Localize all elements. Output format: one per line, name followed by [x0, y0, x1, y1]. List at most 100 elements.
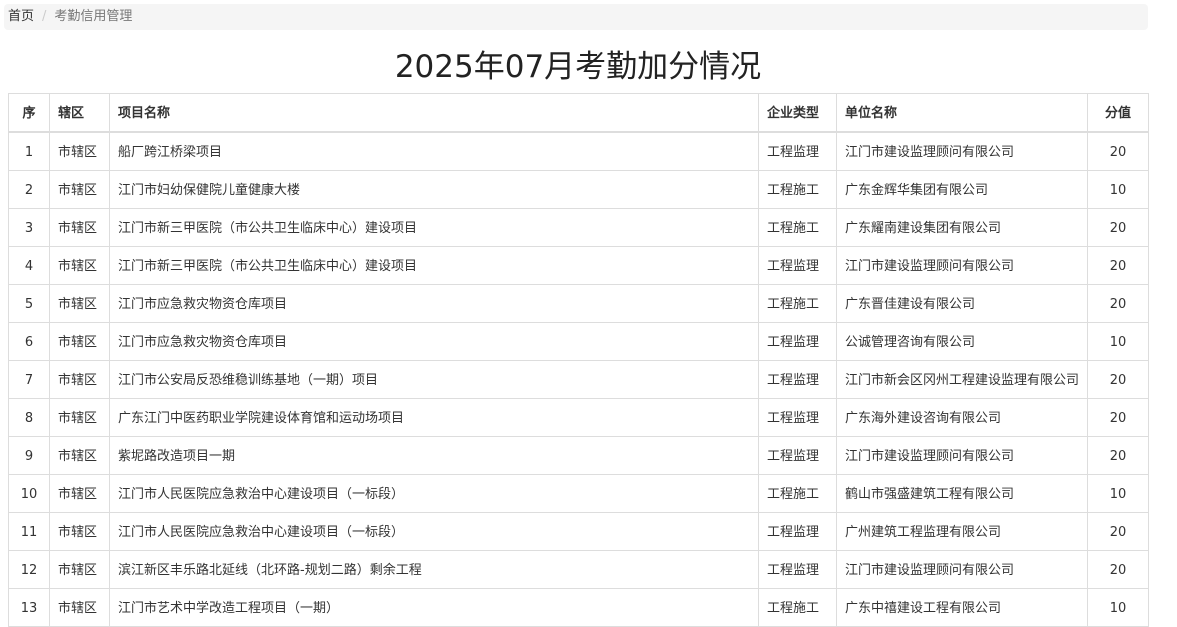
table-row: 5 市辖区 江门市应急救灾物资仓库项目 工程施工 广东晋佳建设有限公司 20 [8, 284, 1149, 323]
breadcrumb-separator: / [42, 9, 47, 24]
cell-company-name: 广东中禧建设工程有限公司 [836, 588, 1088, 627]
page-title: 2025年07月考勤加分情况 [394, 49, 762, 85]
cell-index: 4 [8, 246, 50, 285]
table-row: 6 市辖区 江门市应急救灾物资仓库项目 工程监理 公诚管理咨询有限公司 10 [8, 322, 1149, 361]
cell-company-type: 工程施工 [758, 170, 837, 209]
breadcrumb: 首页 / 考勤信用管理 [4, 4, 1148, 30]
cell-company-type: 工程施工 [758, 474, 837, 513]
cell-project-name: 江门市应急救灾物资仓库项目 [109, 322, 759, 361]
column-header-district: 辖区 [49, 93, 110, 133]
table-row: 3 市辖区 江门市新三甲医院（市公共卫生临床中心）建设项目 工程施工 广东耀南建设集团有… [8, 208, 1149, 247]
cell-project-name: 江门市人民医院应急救治中心建设项目（一标段） [109, 474, 759, 513]
cell-district: 市辖区 [49, 284, 110, 323]
table-row: 7 市辖区 江门市公安局反恐维稳训练基地（一期）项目 工程监理 江门市新会区冈州工程建设… [8, 360, 1149, 399]
cell-index: 13 [8, 588, 50, 627]
cell-company-type: 工程监理 [758, 360, 837, 399]
cell-company-type: 工程监理 [758, 436, 837, 475]
cell-district: 市辖区 [49, 170, 110, 209]
column-header-company-name: 单位名称 [836, 93, 1088, 133]
cell-district: 市辖区 [49, 398, 110, 437]
cell-district: 市辖区 [49, 360, 110, 399]
cell-score: 20 [1087, 398, 1149, 437]
cell-district: 市辖区 [49, 131, 110, 171]
cell-project-name: 广东江门中医药职业学院建设体育馆和运动场项目 [109, 398, 759, 437]
column-header-score: 分值 [1087, 93, 1149, 133]
cell-score: 20 [1087, 360, 1149, 399]
table-row: 11 市辖区 江门市人民医院应急救治中心建设项目（一标段） 工程监理 广州建筑工程监理有… [8, 512, 1149, 551]
table-row: 10 市辖区 江门市人民医院应急救治中心建设项目（一标段） 工程施工 鹤山市强盛建筑工程… [8, 474, 1149, 513]
table-row: 4 市辖区 江门市新三甲医院（市公共卫生临床中心）建设项目 工程监理 江门市建设监理顾问… [8, 246, 1149, 285]
cell-company-name: 公诚管理咨询有限公司 [836, 322, 1088, 361]
cell-score: 10 [1087, 474, 1149, 513]
cell-district: 市辖区 [49, 436, 110, 475]
cell-district: 市辖区 [49, 246, 110, 285]
cell-score: 20 [1087, 284, 1149, 323]
cell-company-name: 江门市建设监理顾问有限公司 [836, 246, 1088, 285]
cell-company-name: 广州建筑工程监理有限公司 [836, 512, 1088, 551]
table-row: 9 市辖区 紫坭路改造项目一期 工程监理 江门市建设监理顾问有限公司 20 [8, 436, 1149, 475]
cell-index: 8 [8, 398, 50, 437]
cell-project-name: 江门市妇幼保健院儿童健康大楼 [109, 170, 759, 209]
cell-company-name: 广东晋佳建设有限公司 [836, 284, 1088, 323]
table-row: 1 市辖区 船厂跨江桥梁项目 工程监理 江门市建设监理顾问有限公司 20 [8, 131, 1149, 171]
column-header-company-type: 企业类型 [758, 93, 837, 133]
cell-project-name: 江门市公安局反恐维稳训练基地（一期）项目 [109, 360, 759, 399]
attendance-score-table: 序 辖区 项目名称 企业类型 单位名称 分值 1 市辖区 船厂跨江桥梁项目 工程监理江… [8, 93, 1149, 627]
cell-company-name: 江门市建设监理顾问有限公司 [836, 550, 1088, 589]
cell-company-type: 工程施工 [758, 588, 837, 627]
cell-score: 10 [1087, 322, 1149, 361]
cell-index: 2 [8, 170, 50, 209]
cell-project-name: 江门市人民医院应急救治中心建设项目（一标段） [109, 512, 759, 551]
cell-company-name: 江门市新会区冈州工程建设监理有限公司 [836, 360, 1088, 399]
cell-company-name: 江门市建设监理顾问有限公司 [836, 436, 1088, 475]
cell-score: 20 [1087, 512, 1149, 551]
cell-district: 市辖区 [49, 322, 110, 361]
cell-company-type: 工程施工 [758, 284, 837, 323]
cell-index: 3 [8, 208, 50, 247]
breadcrumb-home-link[interactable]: 首页 [8, 9, 34, 24]
cell-company-name: 鹤山市强盛建筑工程有限公司 [836, 474, 1088, 513]
table-row: 12 市辖区 滨江新区丰乐路北延线（北环路-规划二路）剩余工程 工程监理 江门市建设监理… [8, 550, 1149, 589]
cell-company-name: 江门市建设监理顾问有限公司 [836, 131, 1088, 171]
cell-project-name: 江门市应急救灾物资仓库项目 [109, 284, 759, 323]
cell-company-name: 广东金辉华集团有限公司 [836, 170, 1088, 209]
cell-index: 5 [8, 284, 50, 323]
cell-company-type: 工程监理 [758, 322, 837, 361]
table-row: 2 市辖区 江门市妇幼保健院儿童健康大楼 工程施工 广东金辉华集团有限公司 10 [8, 170, 1149, 209]
cell-score: 20 [1087, 246, 1149, 285]
cell-index: 1 [8, 131, 50, 171]
cell-company-type: 工程监理 [758, 398, 837, 437]
cell-project-name: 江门市新三甲医院（市公共卫生临床中心）建设项目 [109, 246, 759, 285]
cell-index: 9 [8, 436, 50, 475]
cell-score: 10 [1087, 588, 1149, 627]
table-row: 8 市辖区 广东江门中医药职业学院建设体育馆和运动场项目 工程监理 广东海外建设咨询有限… [8, 398, 1149, 437]
cell-index: 11 [8, 512, 50, 551]
cell-index: 7 [8, 360, 50, 399]
cell-district: 市辖区 [49, 512, 110, 551]
cell-company-name: 广东耀南建设集团有限公司 [836, 208, 1088, 247]
column-header-index: 序 [8, 93, 50, 133]
cell-district: 市辖区 [49, 208, 110, 247]
cell-company-type: 工程监理 [758, 512, 837, 551]
cell-district: 市辖区 [49, 588, 110, 627]
table-body: 1 市辖区 船厂跨江桥梁项目 工程监理 江门市建设监理顾问有限公司 20 2 市辖区 江门市妇幼… [8, 131, 1149, 627]
cell-company-type: 工程监理 [758, 131, 837, 171]
cell-company-type: 工程施工 [758, 208, 837, 247]
cell-score: 20 [1087, 436, 1149, 475]
cell-company-type: 工程监理 [758, 550, 837, 589]
cell-project-name: 江门市新三甲医院（市公共卫生临床中心）建设项目 [109, 208, 759, 247]
cell-district: 市辖区 [49, 550, 110, 589]
cell-index: 12 [8, 550, 50, 589]
cell-index: 6 [8, 322, 50, 361]
cell-company-name: 广东海外建设咨询有限公司 [836, 398, 1088, 437]
cell-index: 10 [8, 474, 50, 513]
cell-score: 10 [1087, 170, 1149, 209]
cell-score: 20 [1087, 550, 1149, 589]
cell-project-name: 船厂跨江桥梁项目 [109, 131, 759, 171]
table-header-row: 序 辖区 项目名称 企业类型 单位名称 分值 [8, 93, 1149, 133]
cell-score: 20 [1087, 208, 1149, 247]
table-row: 13 市辖区 江门市艺术中学改造工程项目（一期） 工程施工 广东中禧建设工程有限公司 10 [8, 588, 1149, 627]
cell-project-name: 江门市艺术中学改造工程项目（一期） [109, 588, 759, 627]
cell-district: 市辖区 [49, 474, 110, 513]
column-header-project-name: 项目名称 [109, 93, 759, 133]
